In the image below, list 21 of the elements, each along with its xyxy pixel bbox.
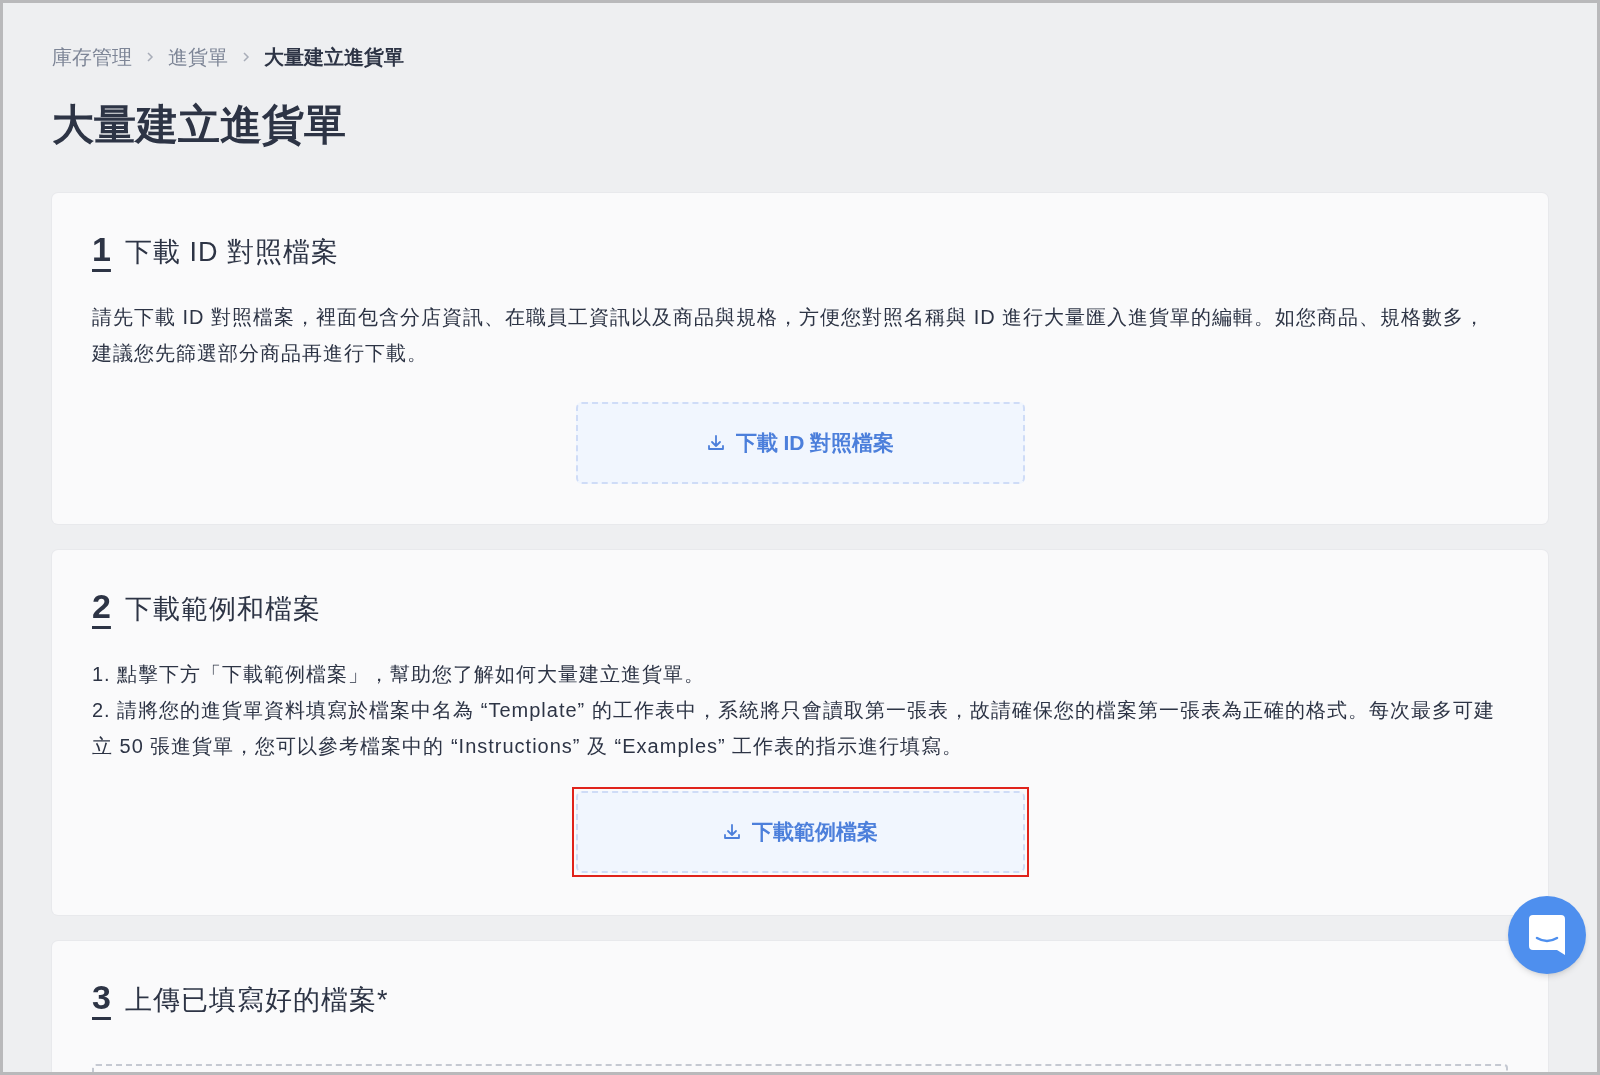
page-title: 大量建立進貨單 [52, 100, 347, 150]
step-number: 1 [92, 229, 111, 269]
step-title: 下載 ID 對照檔案 [124, 236, 339, 269]
chat-icon [1529, 915, 1565, 955]
instruction-text: 1. 點擊下方「下載範例檔案」，幫助您了解如何大量建立進貨單。 [92, 662, 707, 687]
breadcrumb-current: 大量建立進貨單 [264, 45, 404, 70]
download-icon [722, 822, 742, 842]
chevron-icon [146, 51, 154, 63]
instruction-text: 2. 請將您的進貨單資料填寫於檔案中名為 “Template” 的工作表中，系統將只會讀取第一張表，故請確保您的檔案第一張表為正確的格式。每次最多可建立 50 張進貨單，您可以參考檔案中的 “Instructions” 及 “Examples” 工作表的指示進行填寫。 [92, 698, 1496, 759]
chat-button[interactable] [1508, 896, 1586, 974]
breadcrumb-link[interactable]: 庫存管理 [52, 42, 132, 72]
instruction-text: 請先下載 ID 對照檔案，裡面包含分店資訊、在職員工資訊以及商品與規格，方便您對照名稱與 ID 進行大量匯入進貨單的編輯。如您商品、規格數多，建議您先篩選部分商品再進行下載。 [92, 305, 1487, 366]
step-number: 3 [92, 977, 111, 1017]
download-button[interactable]: 下載範例檔案 [575, 791, 1025, 873]
step-title: 上傳已填寫好的檔案* [124, 984, 389, 1017]
download-button[interactable]: 下載 ID 對照檔案 [575, 402, 1025, 484]
chevron-icon [242, 51, 250, 63]
breadcrumb-link[interactable]: 進貨單 [168, 42, 228, 72]
step-number: 2 [92, 586, 111, 626]
download-icon [705, 433, 726, 453]
step-title: 下載範例和檔案 [124, 593, 321, 626]
